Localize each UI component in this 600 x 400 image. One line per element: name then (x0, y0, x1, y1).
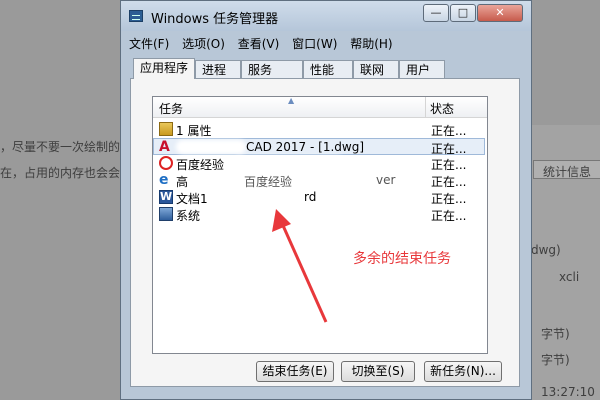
task-status: 正在... (431, 175, 467, 189)
menu-options[interactable]: 选项(O) (182, 35, 225, 52)
sort-arrow-icon: ▲ (288, 96, 295, 105)
task-name-fragment: ver (376, 173, 396, 187)
bg-fragment-2: 统计信息 (543, 165, 592, 179)
background-text-line-1: ，尽量不要一次绘制的 (0, 140, 121, 154)
menu-view[interactable]: 查看(V) (238, 35, 280, 52)
task-name: 系统 (176, 209, 201, 223)
switch-to-button[interactable]: 切换至(S) (341, 361, 415, 382)
column-divider[interactable] (425, 97, 426, 117)
task-row[interactable]: 百度经验 正在... (154, 155, 486, 172)
redaction-blur (234, 156, 344, 170)
tab-processes[interactable]: 进程 (195, 60, 241, 79)
bg-fragment-6: 字节) (541, 353, 570, 367)
redaction-blur (304, 173, 374, 187)
menu-window[interactable]: 窗口(W) (292, 35, 337, 52)
close-button[interactable]: ✕ (477, 4, 523, 22)
redaction-blur (212, 190, 302, 204)
task-name: 高 (176, 175, 189, 189)
tab-users[interactable]: 用户 (399, 60, 445, 79)
column-header-task[interactable]: 任务 (159, 100, 183, 117)
list-header: ▲ 任务 状态 (153, 96, 487, 118)
task-row[interactable]: 1 属性 正在... (154, 121, 486, 138)
task-manager-icon (129, 10, 143, 22)
task-name-fragment: rd (304, 190, 317, 204)
task-name: 文档1 (176, 192, 208, 206)
tab-performance[interactable]: 性能 (303, 60, 353, 79)
task-list[interactable]: ▲ 任务 状态 1 属性 正在... A CAD 2017 - [1.dwg] … (152, 96, 488, 354)
ie-icon: e (159, 172, 169, 188)
task-status: 正在... (431, 124, 467, 138)
menu-file[interactable]: 文件(F) (129, 35, 169, 52)
tab-services[interactable]: 服务 (241, 60, 303, 79)
tab-applications[interactable]: 应用程序 (133, 58, 195, 79)
task-row[interactable]: W 文档1 rd 正在... (154, 189, 486, 206)
column-header-status[interactable]: 状态 (430, 100, 454, 117)
task-name: 百度经验 (176, 158, 225, 172)
task-name: CAD 2017 - [1.dwg] (246, 140, 365, 154)
task-status: 正在... (431, 192, 467, 206)
task-status: 正在... (431, 158, 467, 172)
tab-networking[interactable]: 联网 (353, 60, 399, 79)
task-row-selected[interactable]: A CAD 2017 - [1.dwg] 正在... (153, 138, 485, 156)
window-title: Windows 任务管理器 (151, 12, 279, 27)
redaction-blur (176, 140, 246, 154)
bg-fragment-4: xcli (559, 270, 580, 284)
menu-help[interactable]: 帮助(H) (350, 35, 392, 52)
bg-fragment-3: dwg) (531, 243, 561, 257)
task-row[interactable]: 系统 正在... (154, 206, 486, 223)
background-side-panel: er 统计信息 dwg) xcli 字节) 字节) 13:27:10 (530, 125, 600, 400)
annotation-label: 多余的结束任务 (353, 251, 451, 267)
task-name: 1 属性 (176, 124, 212, 138)
word-icon: W (159, 190, 173, 204)
title-bar[interactable]: Windows 任务管理器 — □ ✕ (121, 1, 531, 31)
end-task-button[interactable]: 结束任务(E) (256, 361, 334, 382)
task-row[interactable]: e 高 百度经验 ver 正在... (154, 172, 486, 189)
baidu-icon (159, 156, 173, 170)
autocad-icon: A (159, 139, 170, 155)
new-task-button[interactable]: 新任务(N)... (424, 361, 502, 382)
minimize-button[interactable]: — (423, 4, 449, 22)
menu-bar: 文件(F) 选项(O) 查看(V) 窗口(W) 帮助(H) (129, 35, 402, 53)
redaction-blur (190, 173, 240, 187)
background-text-line-2: 在，占用的内存也会会 (0, 166, 121, 180)
task-name-fragment: 百度经验 (244, 175, 293, 189)
system-icon (159, 207, 173, 221)
maximize-button[interactable]: □ (450, 4, 476, 22)
bg-fragment-5: 字节) (541, 327, 570, 341)
task-status: 正在... (431, 209, 467, 223)
folder-icon (159, 122, 173, 136)
bg-fragment-7: 13:27:10 (541, 385, 595, 399)
